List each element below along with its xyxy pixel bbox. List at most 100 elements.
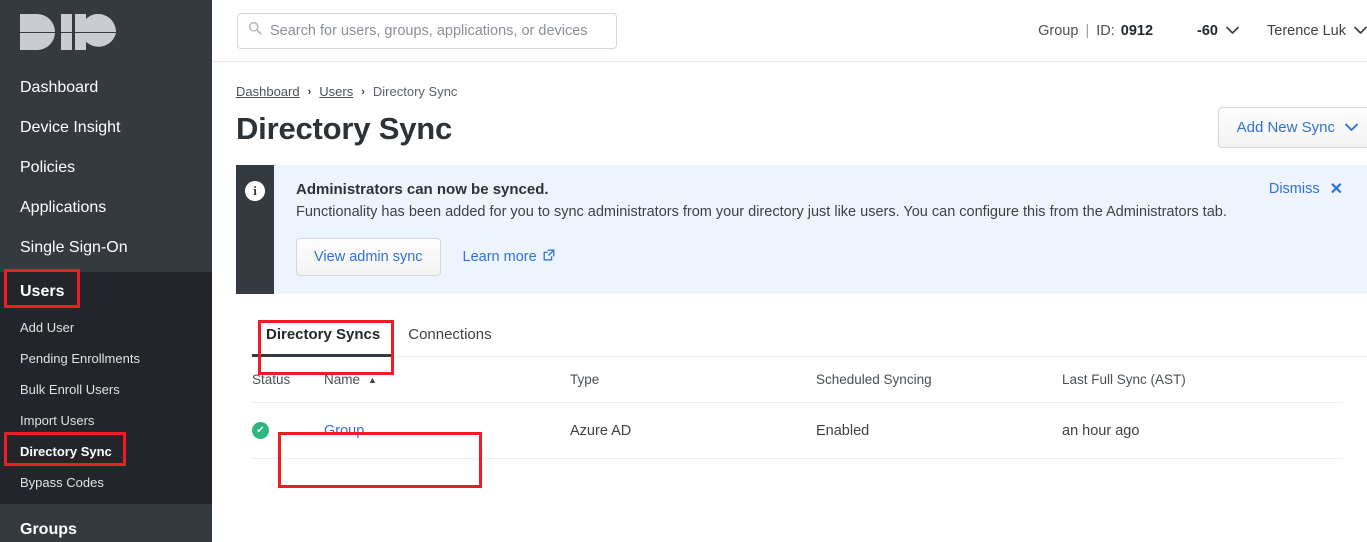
table-row[interactable]: ✔ Group Azure AD Enabled an hour ago	[252, 403, 1343, 459]
breadcrumb-item-users[interactable]: Users	[319, 84, 353, 99]
sidebar-subitem-label: Bypass Codes	[20, 475, 104, 490]
sidebar-item-add-user[interactable]: Add User	[0, 312, 212, 343]
account-id-label: ID:	[1096, 23, 1115, 39]
view-admin-sync-button[interactable]: View admin sync	[296, 238, 441, 276]
table-header-row: Status Name ▲ Type Scheduled Syncing Las…	[252, 357, 1343, 403]
breadcrumb-separator: ›	[307, 85, 312, 98]
admin-sync-banner: i Administrators can now be synced. Func…	[236, 165, 1367, 294]
top-bar-right: Group | ID: 0912 -60 Terence Luk	[946, 0, 1367, 62]
add-new-sync-label: Add New Sync	[1236, 119, 1335, 136]
sidebar-item-label: Groups	[20, 521, 77, 538]
page-title: Directory Sync	[236, 111, 453, 146]
column-header-label: Status	[252, 372, 291, 387]
column-header-type[interactable]: Type	[570, 372, 816, 387]
tab-connections[interactable]: Connections	[394, 316, 505, 357]
tab-label: Directory Syncs	[266, 326, 381, 343]
cell-scheduled-syncing: Enabled	[816, 423, 1062, 439]
sidebar-section-users: Users Add User Pending Enrollments Bulk …	[0, 272, 212, 504]
dismiss-label: Dismiss	[1268, 181, 1320, 197]
column-header-label: Last Full Sync (AST)	[1062, 372, 1186, 387]
cell-type: Azure AD	[570, 423, 816, 439]
sidebar-item-single-sign-on[interactable]: Single Sign-On	[0, 228, 212, 268]
close-icon: ✕	[1329, 181, 1343, 198]
account-separator: |	[1085, 23, 1090, 39]
cell-type-value: Azure AD	[570, 422, 632, 439]
breadcrumb-separator: ›	[361, 85, 365, 98]
sidebar-item-dashboard[interactable]: Dashboard	[0, 68, 212, 108]
banner-accent-stripe: i	[236, 165, 274, 294]
sidebar-item-policies[interactable]: Policies	[0, 148, 212, 188]
account-id-redaction	[1153, 20, 1198, 42]
cell-last-full-sync-value: an hour ago	[1062, 422, 1140, 439]
chevron-down-icon	[1345, 119, 1358, 136]
sidebar-item-users[interactable]: Users	[0, 272, 212, 312]
learn-more-label: Learn more	[462, 249, 537, 265]
brand-logo[interactable]	[0, 0, 212, 62]
page-header: Directory Sync Add New Sync	[212, 99, 1367, 148]
cell-scheduled-value: Enabled	[816, 422, 870, 439]
column-header-label: Name	[324, 372, 361, 387]
sort-ascending-icon: ▲	[368, 374, 377, 385]
add-new-sync-button[interactable]: Add New Sync	[1217, 107, 1367, 148]
global-search[interactable]	[237, 12, 617, 49]
tab-bar: Directory Syncs Connections	[252, 316, 1367, 357]
sidebar-section-groups: Groups	[0, 504, 212, 542]
sidebar-primary-nav: Dashboard Device Insight Policies Applic…	[0, 62, 212, 268]
duo-logo	[20, 13, 117, 51]
sidebar-item-pending-enrollments[interactable]: Pending Enrollments	[0, 343, 212, 374]
tab-label: Connections	[408, 326, 492, 343]
sidebar-item-label: Applications	[20, 199, 107, 216]
breadcrumb: Dashboard › Users › Directory Sync	[212, 62, 1367, 99]
sidebar: Dashboard Device Insight Policies Applic…	[0, 0, 212, 542]
column-header-label: Scheduled Syncing	[816, 372, 932, 387]
sidebar-item-directory-sync[interactable]: Directory Sync	[0, 436, 212, 467]
external-link-icon	[543, 249, 555, 265]
account-id-tail: -60	[1197, 23, 1218, 39]
sidebar-item-groups[interactable]: Groups	[0, 510, 212, 542]
main-area: Group | ID: 0912 -60 Terence Luk	[212, 0, 1367, 542]
sidebar-subitem-label: Add User	[20, 320, 75, 335]
sidebar-item-label: Policies	[20, 159, 76, 176]
column-header-last-full-sync[interactable]: Last Full Sync (AST)	[1062, 372, 1343, 387]
sidebar-subitem-label: Import Users	[20, 413, 95, 428]
account-id-value: 0912	[1120, 23, 1154, 39]
cell-status: ✔	[252, 422, 324, 439]
duo-admin-panel: Dashboard Device Insight Policies Applic…	[0, 0, 1367, 542]
tab-directory-syncs[interactable]: Directory Syncs	[252, 316, 395, 357]
status-ok-icon: ✔	[252, 422, 269, 439]
breadcrumb-item-current: Directory Sync	[372, 84, 458, 99]
column-header-label: Type	[570, 372, 600, 387]
info-icon: i	[245, 181, 265, 201]
sync-name-link[interactable]: Group	[324, 423, 364, 439]
account-label: Group	[1038, 23, 1079, 39]
breadcrumb-item-dashboard[interactable]: Dashboard	[236, 84, 300, 99]
sidebar-item-device-insight[interactable]: Device Insight	[0, 108, 212, 148]
column-header-scheduled-syncing[interactable]: Scheduled Syncing	[816, 372, 1062, 387]
cell-name: Group	[324, 423, 570, 439]
column-header-status[interactable]: Status	[252, 372, 324, 387]
banner-actions: View admin sync Learn more	[296, 238, 1367, 276]
sidebar-item-label: Device Insight	[20, 119, 121, 136]
sidebar-item-label: Users	[20, 283, 65, 300]
search-input[interactable]	[270, 22, 606, 39]
search-icon	[248, 21, 262, 40]
sidebar-item-import-users[interactable]: Import Users	[0, 405, 212, 436]
sidebar-item-bulk-enroll-users[interactable]: Bulk Enroll Users	[0, 374, 212, 405]
banner-title: Administrators can now be synced.	[296, 181, 549, 198]
top-bar: Group | ID: 0912 -60 Terence Luk	[212, 0, 1367, 62]
sidebar-item-applications[interactable]: Applications	[0, 188, 212, 228]
sidebar-item-label: Single Sign-On	[20, 239, 128, 256]
account-name-redaction	[946, 18, 1039, 44]
account-selector[interactable]: Group | ID: 0912 -60	[1038, 20, 1239, 42]
chevron-down-icon	[1226, 23, 1239, 39]
directory-syncs-table: Status Name ▲ Type Scheduled Syncing Las…	[252, 357, 1343, 459]
view-admin-sync-label: View admin sync	[314, 249, 423, 265]
column-header-name[interactable]: Name ▲	[324, 372, 570, 387]
sidebar-item-bypass-codes[interactable]: Bypass Codes	[0, 467, 212, 498]
dismiss-banner-button[interactable]: Dismiss ✕	[1269, 179, 1343, 199]
learn-more-link[interactable]: Learn more	[463, 249, 555, 265]
user-menu[interactable]: Terence Luk	[1267, 23, 1367, 39]
cell-last-full-sync: an hour ago	[1062, 423, 1343, 439]
banner-text: Functionality has been added for you to …	[296, 204, 1227, 220]
sidebar-subitem-label: Bulk Enroll Users	[20, 382, 120, 397]
